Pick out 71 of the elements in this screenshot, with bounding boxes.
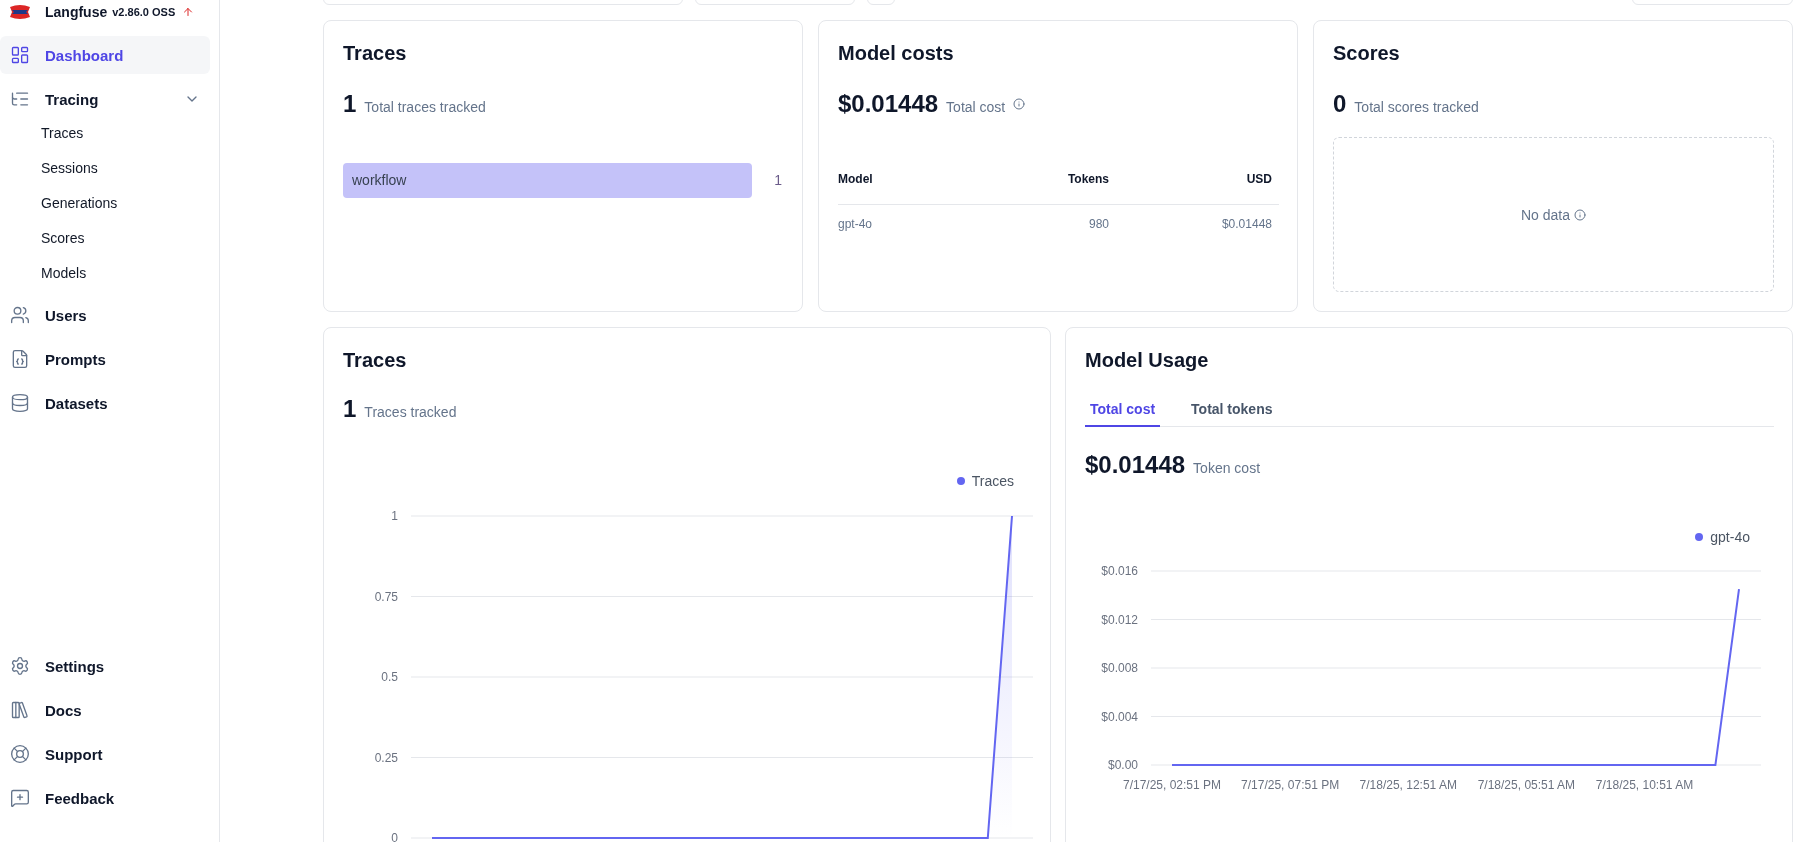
- nav-item[interactable]: Users: [0, 296, 210, 334]
- legend-label: Traces: [971, 473, 1014, 489]
- stat-caption: Traces tracked: [364, 404, 457, 420]
- info-icon[interactable]: [1013, 98, 1026, 110]
- column-header: USD: [1245, 171, 1273, 188]
- stat-value: 1: [343, 394, 357, 424]
- stat-caption: Total scores tracked: [1354, 99, 1479, 115]
- nav-subitem[interactable]: Models: [0, 255, 210, 290]
- lifebuoy-icon: [10, 744, 30, 764]
- column-header: Tokens: [1066, 171, 1109, 188]
- grid-icon: [10, 45, 30, 65]
- nav-item[interactable]: Docs: [0, 691, 210, 729]
- app-name: Langfuse: [45, 4, 108, 20]
- arrow-up-icon[interactable]: [182, 6, 195, 18]
- nav-item[interactable]: Settings: [0, 647, 210, 685]
- stat-caption: Total cost: [946, 99, 1006, 115]
- nav-subitem[interactable]: Generations: [0, 185, 210, 220]
- y-axis-label: 0.25: [374, 750, 398, 765]
- tab[interactable]: Total cost: [1085, 392, 1161, 427]
- stat-value: $0.01448: [838, 89, 939, 119]
- column-header: Model: [838, 171, 874, 188]
- stat-value: 0: [1333, 89, 1347, 119]
- bar-label: workflow: [352, 172, 407, 188]
- y-axis-label: 0.75: [374, 589, 398, 604]
- y-axis-label: 1: [391, 509, 398, 523]
- nav-item[interactable]: Feedback: [0, 779, 210, 817]
- nav-item[interactable]: Tracing: [0, 80, 210, 118]
- app-logo: [8, 4, 32, 20]
- card-title: Model costs: [838, 41, 955, 65]
- stat-value: 1: [343, 89, 357, 119]
- empty-text: No data: [1520, 206, 1570, 223]
- version-label: v2.86.0 OSS: [112, 6, 176, 18]
- stat-caption: Token cost: [1193, 460, 1261, 476]
- nav-item[interactable]: Datasets: [0, 384, 210, 422]
- y-axis-label: 0: [391, 831, 398, 842]
- y-axis-label: $0.012: [1101, 612, 1138, 627]
- books-icon: [10, 700, 30, 720]
- x-axis-label: 7/18/25, 12:51 AM: [1359, 778, 1457, 792]
- table-cell-text: 980: [1087, 216, 1109, 233]
- users-icon: [10, 305, 30, 325]
- x-axis-label: 7/17/25, 02:51 PM: [1122, 778, 1222, 792]
- legend-label: gpt-4o: [1710, 529, 1750, 545]
- nav-item[interactable]: Dashboard: [0, 36, 210, 74]
- table-cell-text: $0.01448: [1220, 216, 1273, 233]
- message-plus-icon: [10, 788, 30, 808]
- database-icon: [10, 393, 30, 413]
- card-title: Model Usage: [1085, 348, 1210, 372]
- y-axis-label: 0.5: [381, 670, 398, 684]
- nav-item[interactable]: Prompts: [0, 340, 210, 378]
- info-icon[interactable]: [1574, 208, 1586, 221]
- settings-icon: [10, 656, 30, 676]
- x-axis-label: 7/17/25, 07:51 PM: [1241, 778, 1340, 792]
- file-icon: [10, 349, 30, 369]
- stat-value: $0.01448: [1085, 450, 1186, 480]
- y-axis-label: $0.004: [1101, 709, 1138, 724]
- nav-subitem[interactable]: Sessions: [0, 150, 210, 185]
- x-axis-label: 7/18/25, 10:51 AM: [1595, 778, 1694, 792]
- card-title: Traces: [343, 348, 408, 372]
- nav-subitem[interactable]: Traces: [0, 115, 210, 150]
- bar-value: 1: [774, 172, 782, 188]
- nav-item[interactable]: Support: [0, 735, 210, 773]
- y-axis-label: $0.016: [1101, 564, 1138, 578]
- table-cell-text: gpt-4o: [838, 216, 874, 233]
- tab[interactable]: Total tokens: [1186, 392, 1278, 427]
- x-axis-label: 7/18/25, 05:51 AM: [1477, 778, 1576, 792]
- y-axis-label: $0.00: [1107, 758, 1138, 772]
- card-title: Scores: [1333, 41, 1401, 65]
- nav-subitem[interactable]: Scores: [0, 220, 210, 255]
- y-axis-label: $0.008: [1101, 661, 1138, 675]
- card-title: Traces: [343, 41, 408, 65]
- stat-caption: Total traces tracked: [364, 99, 486, 115]
